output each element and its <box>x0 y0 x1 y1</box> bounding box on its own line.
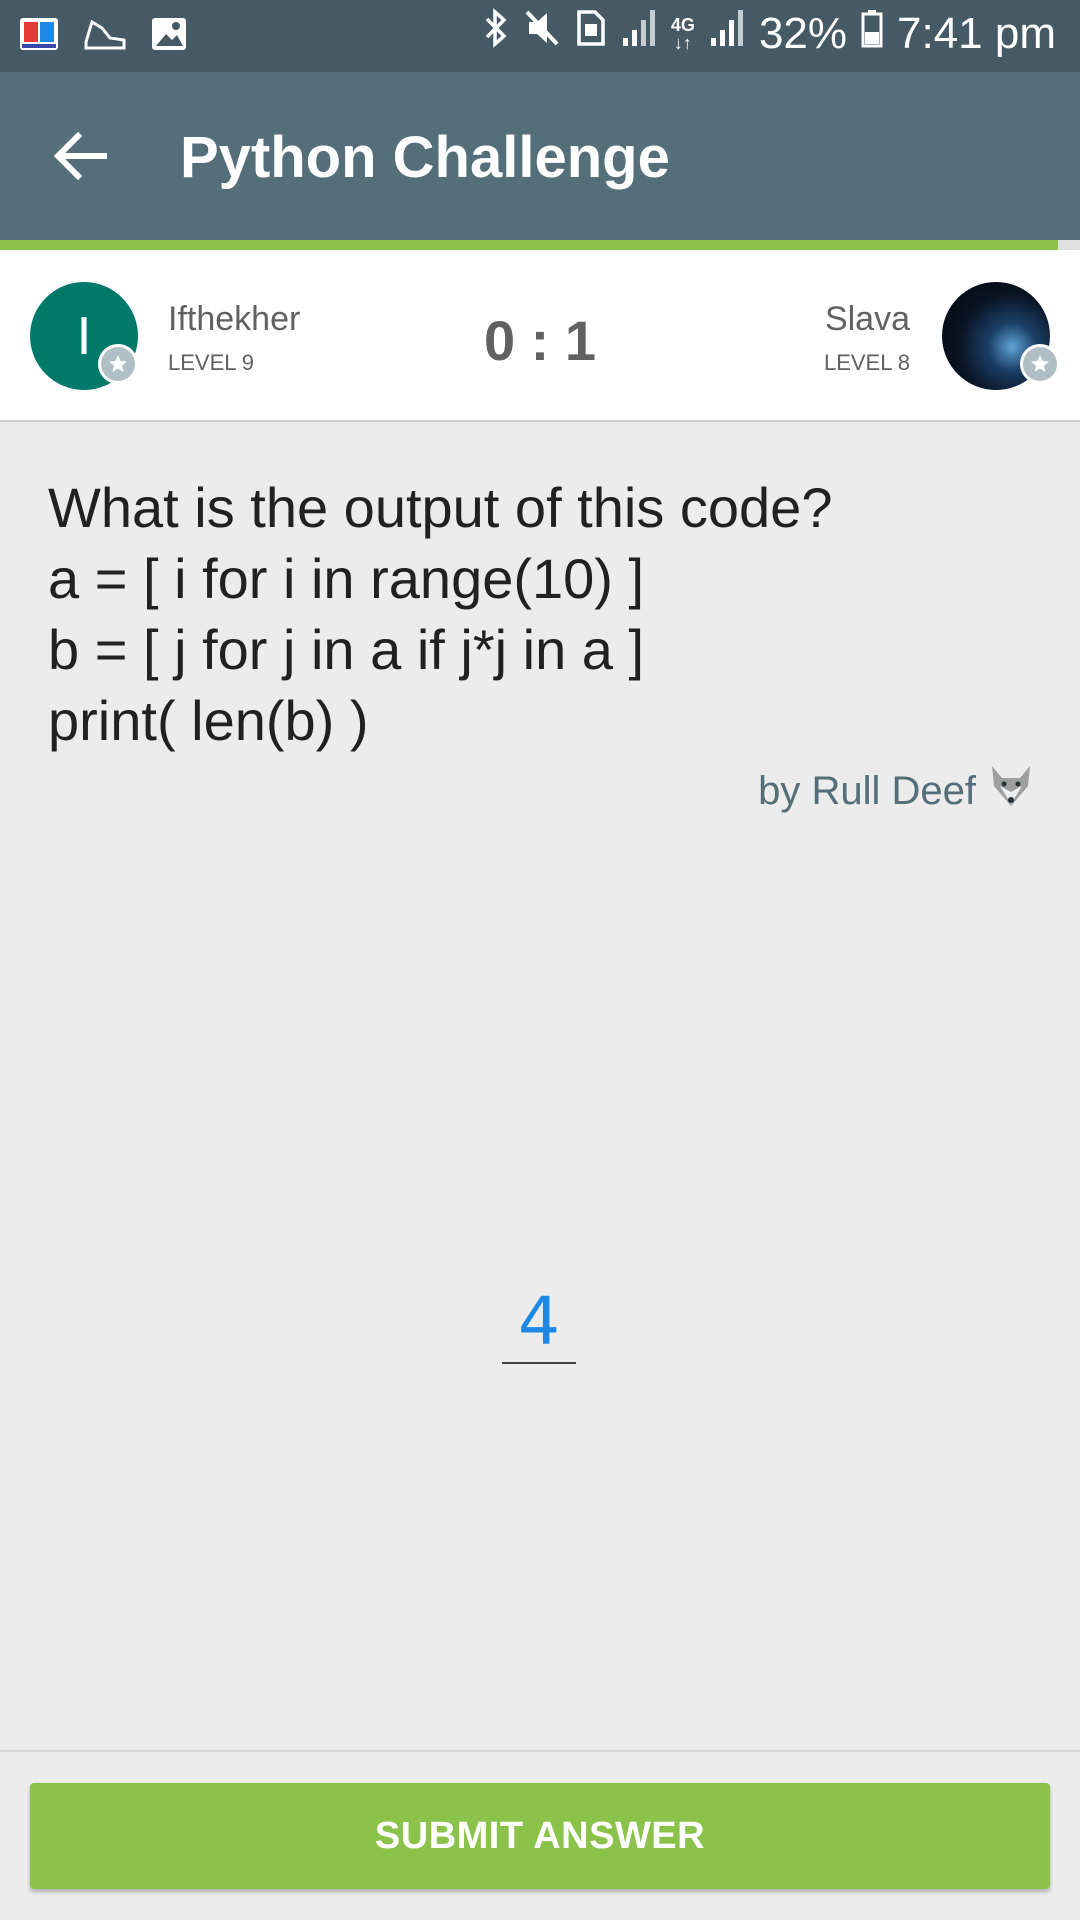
app-book-icon <box>18 14 60 59</box>
question-author[interactable]: by Rull Deef <box>758 764 1034 818</box>
answer-value: 4 <box>518 1283 560 1360</box>
wolf-icon <box>988 764 1034 818</box>
sim-icon <box>575 8 607 59</box>
timer-progress-remaining <box>1058 240 1080 250</box>
signal-icon <box>621 8 657 59</box>
question-line: print( len(b) ) <box>48 689 369 752</box>
author-name: by Rull Deef <box>758 768 976 813</box>
star-badge-icon <box>1020 344 1060 384</box>
mute-icon <box>523 8 561 59</box>
image-icon <box>150 16 188 57</box>
battery-percent: 32% <box>758 8 848 58</box>
match-score: 0 : 1 <box>483 309 597 372</box>
question-line: b = [ j for j in a if j*j in a ] <box>48 618 645 681</box>
match-header: I Ifthekher LEVEL 9 0 : 1 Slava LEVEL 8 <box>0 250 1080 422</box>
submit-answer-button[interactable]: SUBMIT ANSWER <box>30 1783 1050 1889</box>
status-bar: 4G ↓↑ 32% 7:41 pm <box>0 0 1080 72</box>
signal-icon <box>709 8 745 59</box>
shoe-icon <box>82 16 128 57</box>
data-arrows-icon: 4G ↓↑ <box>670 14 695 53</box>
question-text: What is the output of this code? a = [ i… <box>48 472 1038 756</box>
app-bar: Python Challenge <box>0 72 1080 240</box>
battery-icon <box>861 8 883 59</box>
divider <box>0 1750 1080 1752</box>
timer-progress-bar <box>0 240 1058 250</box>
answer-input[interactable]: 4 <box>502 1282 576 1364</box>
clock-time: 7:41 pm <box>897 8 1056 58</box>
bluetooth-icon <box>483 8 509 59</box>
question-line: What is the output of this code? <box>48 476 833 539</box>
player-right-name: Slava <box>824 300 910 338</box>
arrow-left-icon <box>50 131 114 192</box>
question-line: a = [ i for i in range(10) ] <box>48 547 645 610</box>
back-button[interactable] <box>50 124 114 188</box>
player-right-level: LEVEL 8 <box>823 350 910 375</box>
page-title: Python Challenge <box>180 125 670 190</box>
